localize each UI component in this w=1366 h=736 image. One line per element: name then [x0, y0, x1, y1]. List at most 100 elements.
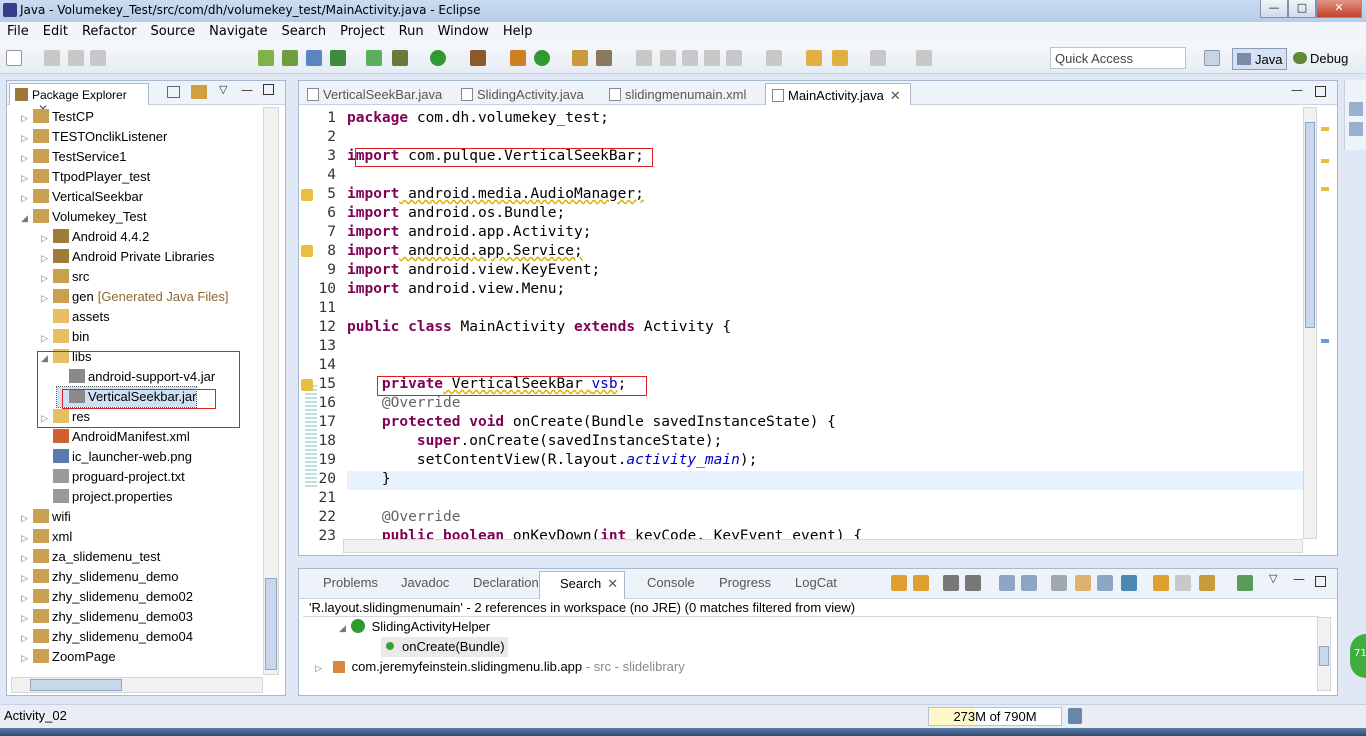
collapse-all-icon[interactable]	[167, 86, 180, 98]
minimize-editor-icon[interactable]: —	[1291, 83, 1303, 97]
code-line[interactable]: @Override	[347, 394, 461, 413]
menu-project[interactable]: Project	[333, 22, 391, 39]
search-history-icon[interactable]	[1199, 575, 1215, 591]
expand-arrow-icon[interactable]: ▷	[21, 548, 33, 568]
run-icon[interactable]	[430, 50, 446, 66]
tree-item[interactable]: ▷ za_slidemenu_test	[21, 547, 160, 567]
block-selection-icon[interactable]	[682, 50, 698, 66]
menu-source[interactable]: Source	[144, 22, 203, 39]
pin-search-icon[interactable]	[1237, 575, 1253, 591]
expand-arrow-icon[interactable]: ▷	[21, 108, 33, 128]
expand-arrow-icon[interactable]: ▷	[41, 228, 53, 248]
floating-badge[interactable]: 71	[1350, 634, 1366, 678]
code-line[interactable]: public class MainActivity extends Activi…	[347, 318, 731, 337]
minimize-button[interactable]: —	[1260, 0, 1288, 18]
code-line[interactable]: import android.app.Activity;	[347, 223, 591, 242]
editor-horizontal-scrollbar[interactable]	[343, 539, 1303, 553]
menu-window[interactable]: Window	[431, 22, 496, 39]
search-scroll-thumb[interactable]	[1319, 646, 1329, 666]
open-type-icon[interactable]	[572, 50, 588, 66]
overview-warning-mark[interactable]	[1321, 159, 1329, 163]
expand-arrow-icon[interactable]: ▷	[21, 508, 33, 528]
view-menu-icon[interactable]: ▽	[219, 83, 227, 96]
outline-view-icon[interactable]	[1349, 102, 1363, 116]
next-annotation-icon[interactable]	[726, 50, 742, 66]
tree-item[interactable]: ▷ xml	[21, 527, 72, 547]
task-list-icon[interactable]	[1349, 122, 1363, 136]
tab-search[interactable]: Search ✕	[539, 571, 625, 599]
expand-arrow-icon[interactable]: ◢	[339, 618, 351, 638]
code-line[interactable]: super.onCreate(savedInstanceState);	[347, 432, 723, 451]
search-result-package[interactable]: ▷ com.jeremyfeinstein.slidingmenu.lib.ap…	[315, 657, 685, 677]
annotation-icon[interactable]	[636, 50, 652, 66]
code-line[interactable]: import android.view.Menu;	[347, 280, 565, 299]
save-icon[interactable]	[44, 50, 60, 66]
next-match-icon[interactable]	[891, 575, 907, 591]
menu-edit[interactable]: Edit	[36, 22, 75, 39]
menu-run[interactable]: Run	[392, 22, 431, 39]
code-line[interactable]: @Override	[347, 508, 461, 527]
tab-slidingactivity-java[interactable]: SlidingActivity.java	[455, 83, 590, 105]
expand-arrow-icon[interactable]: ▷	[21, 628, 33, 648]
overview-occurrence-mark[interactable]	[1321, 339, 1329, 343]
tree-vertical-scrollbar[interactable]	[263, 107, 279, 675]
code-line[interactable]: import android.media.AudioManager;	[347, 185, 644, 204]
close-tab-icon[interactable]: ✕	[890, 88, 901, 103]
tree-item[interactable]: ▷ zhy_slidemenu_demo02	[21, 587, 193, 607]
previous-match-icon[interactable]	[913, 575, 929, 591]
last-edit-icon[interactable]	[806, 50, 822, 66]
tree-item[interactable]: ▷ TestCP	[21, 107, 94, 127]
expand-arrow-icon[interactable]: ▷	[21, 148, 33, 168]
tab-console[interactable]: Console	[627, 575, 695, 590]
tab-verticalseekbar-java[interactable]: VerticalSeekBar.java	[301, 83, 448, 105]
expand-arrow-icon[interactable]: ▷	[21, 608, 33, 628]
cancel-search-icon[interactable]	[1175, 575, 1191, 591]
expand-arrow-icon[interactable]: ▷	[21, 648, 33, 668]
tab-progress[interactable]: Progress	[699, 575, 771, 590]
tab-declaration[interactable]: Declaration	[453, 575, 539, 590]
menu-file[interactable]: File	[0, 22, 36, 39]
group-by-icon[interactable]	[1097, 575, 1113, 591]
maximize-button[interactable]: □	[1288, 0, 1316, 18]
expand-arrow-icon[interactable]: ▷	[21, 188, 33, 208]
new-android-project-icon[interactable]	[366, 50, 382, 66]
print-icon[interactable]	[90, 50, 106, 66]
new-package-icon[interactable]	[510, 50, 526, 66]
prev-annotation-icon[interactable]	[766, 50, 782, 66]
expand-arrow-icon[interactable]: ▷	[21, 128, 33, 148]
code-line[interactable]: }	[347, 470, 391, 489]
android-sdk-icon[interactable]	[258, 50, 274, 66]
editor-scroll-thumb[interactable]	[1305, 122, 1315, 328]
code-line[interactable]: protected void onCreate(Bundle savedInst…	[347, 413, 836, 432]
menu-search[interactable]: Search	[274, 22, 333, 39]
tab-problems[interactable]: Problems	[303, 575, 378, 590]
trash-icon[interactable]	[1068, 708, 1082, 724]
code-line[interactable]: import android.view.KeyEvent;	[347, 261, 600, 280]
editor-vertical-scrollbar[interactable]	[1303, 107, 1317, 539]
filter-icon[interactable]	[1121, 575, 1137, 591]
close-tab-icon[interactable]: ✕	[607, 576, 618, 591]
search-result-class[interactable]: ◢ SlidingActivityHelper	[339, 617, 490, 637]
expand-arrow-icon[interactable]: ▷	[21, 528, 33, 548]
tree-item[interactable]: ▷ TESTOnclikListener	[21, 127, 167, 147]
tree-item[interactable]: ◢ Volumekey_Test	[21, 207, 147, 227]
back-icon[interactable]	[832, 50, 848, 66]
tree-item[interactable]: ▷ TtpodPlayer_test	[21, 167, 150, 187]
new-icon[interactable]	[6, 50, 22, 66]
menu-refactor[interactable]: Refactor	[75, 22, 144, 39]
show-as-list-icon[interactable]	[1051, 575, 1067, 591]
open-perspective-icon[interactable]	[1204, 50, 1220, 66]
expand-arrow-icon[interactable]: ▷	[21, 588, 33, 608]
expand-arrow-icon[interactable]: ▷	[41, 268, 53, 288]
maximize-view-icon[interactable]	[263, 84, 274, 95]
link-editor-icon[interactable]	[191, 85, 207, 99]
tree-horizontal-scrollbar[interactable]	[11, 677, 263, 693]
search-toolbar-icon[interactable]	[596, 50, 612, 66]
search-result-method[interactable]: onCreate(Bundle)	[381, 637, 508, 657]
forward-icon[interactable]	[870, 50, 886, 66]
tree-item[interactable]: ▷ bin	[41, 327, 89, 347]
tree-item[interactable]: ▷ Android Private Libraries	[41, 247, 214, 267]
code-line[interactable]: import android.app.Service;	[347, 242, 583, 261]
quick-access-field[interactable]: Quick Access	[1050, 47, 1186, 69]
overview-warning-mark[interactable]	[1321, 127, 1329, 131]
